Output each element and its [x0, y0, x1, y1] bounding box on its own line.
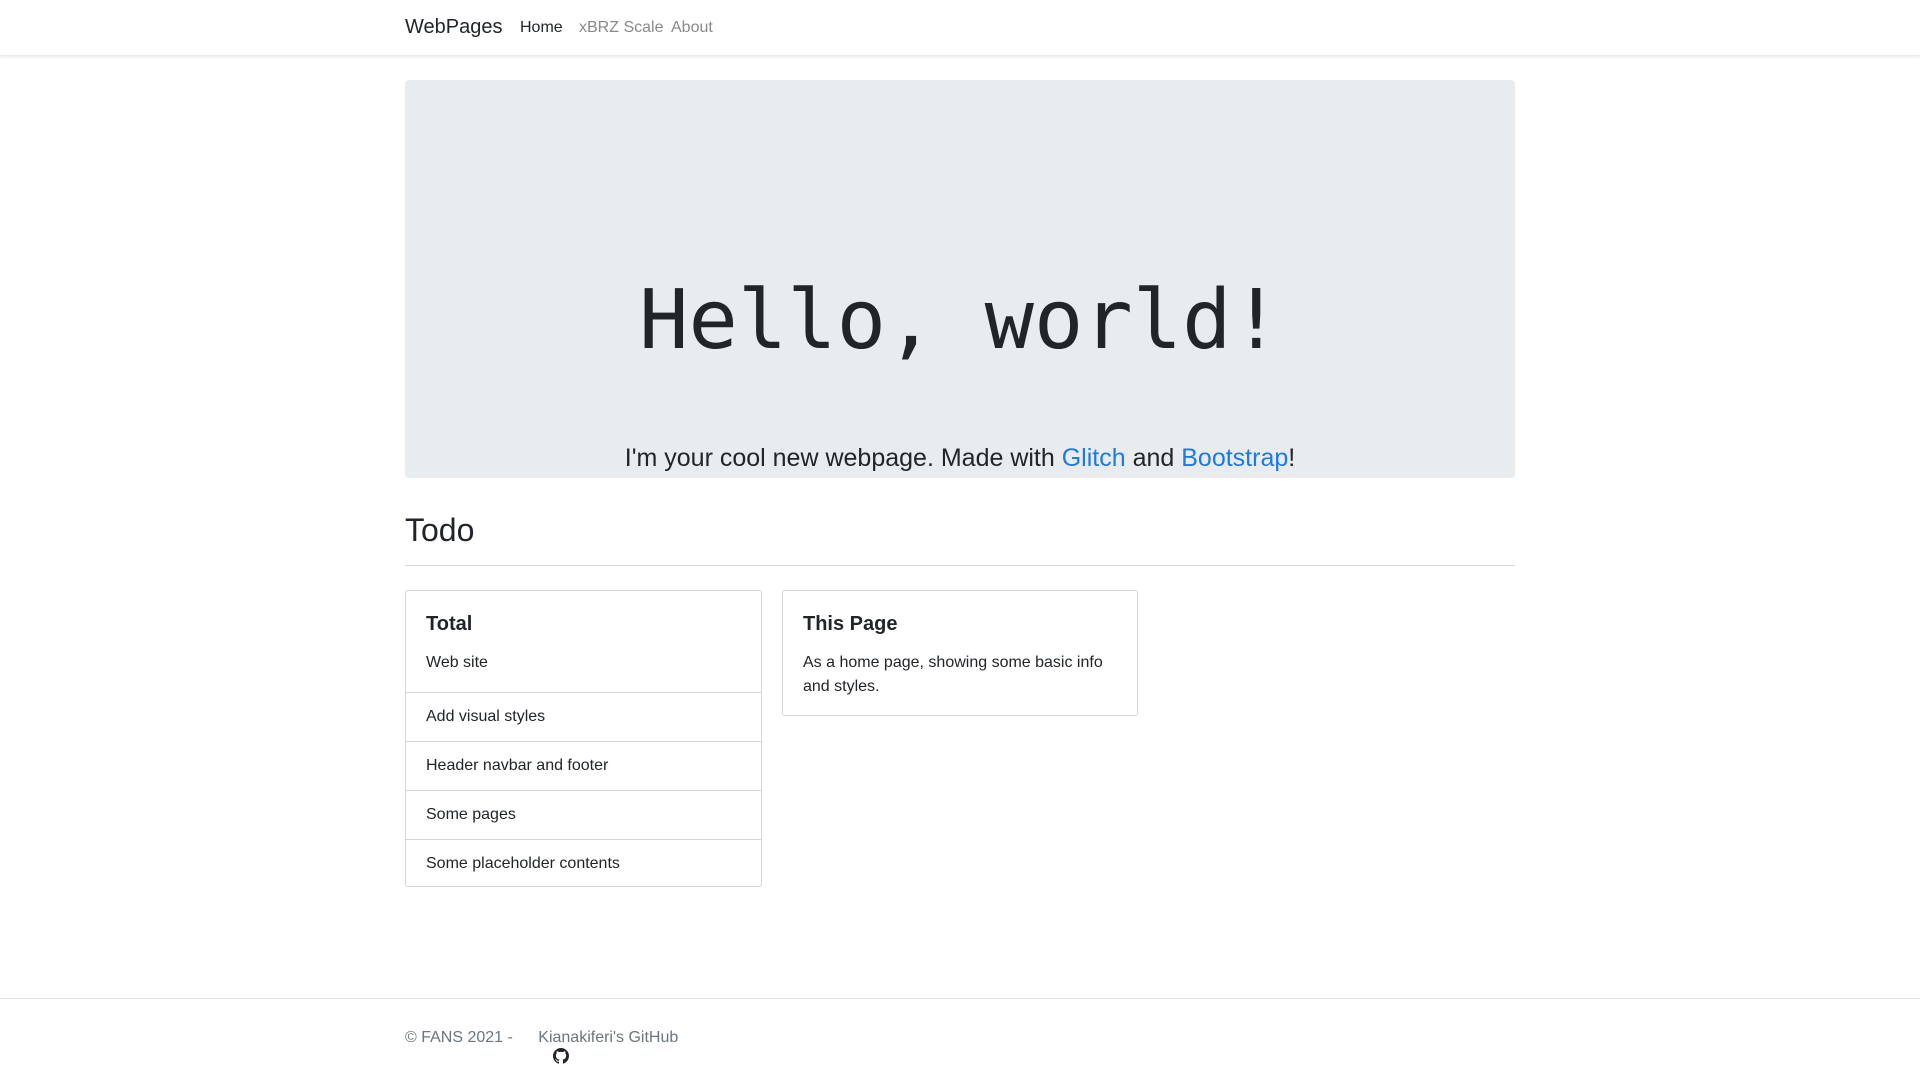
hero-title: Hello, world!	[639, 273, 1281, 368]
github-link[interactable]: Kianakiferi's GitHub	[517, 1029, 679, 1064]
total-card: Total Web site Add visual styles Header …	[405, 590, 762, 887]
bootstrap-link[interactable]: Bootstrap	[1181, 444, 1288, 472]
list-item: Some placeholder contents	[406, 839, 761, 888]
nav-xbrz-scale[interactable]: xBRZ Scale	[579, 19, 663, 37]
hero-lead-middle: and	[1125, 444, 1182, 472]
navbar-brand[interactable]: WebPages	[405, 16, 502, 39]
hero-lead-suffix: !	[1288, 444, 1296, 472]
github-icon	[517, 1030, 569, 1064]
list-item: Header navbar and footer	[406, 741, 761, 790]
this-page-card-title: This Page	[803, 613, 898, 635]
list-item: Some pages	[406, 790, 761, 839]
total-card-title: Total	[426, 613, 473, 635]
this-page-card: This Page As a home page, showing some b…	[782, 590, 1138, 716]
footer-text: © FANS 2021 - Kianakiferi's GitHub	[405, 1029, 679, 1064]
todo-divider	[405, 565, 1515, 566]
hero-lead: I'm your cool new webpage. Made with Gli…	[405, 444, 1515, 473]
total-card-text: Web site	[426, 654, 488, 671]
footer: © FANS 2021 - Kianakiferi's GitHub	[0, 998, 1920, 1080]
todo-heading: Todo	[405, 512, 475, 548]
nav-about[interactable]: About	[671, 19, 713, 37]
jumbotron: Hello, world! I'm your cool new webpage.…	[405, 80, 1515, 478]
nav-home[interactable]: Home	[520, 19, 563, 37]
hero-lead-prefix: I'm your cool new webpage. Made with	[624, 444, 1062, 472]
list-item: Add visual styles	[406, 692, 761, 741]
footer-copyright: © FANS 2021 -	[405, 1029, 518, 1046]
this-page-card-text: As a home page, showing some basic info …	[803, 654, 1103, 695]
glitch-link[interactable]: Glitch	[1062, 444, 1126, 472]
navbar: WebPages Home xBRZ Scale About	[0, 0, 1920, 56]
github-link-label: Kianakiferi's GitHub	[538, 1029, 679, 1046]
